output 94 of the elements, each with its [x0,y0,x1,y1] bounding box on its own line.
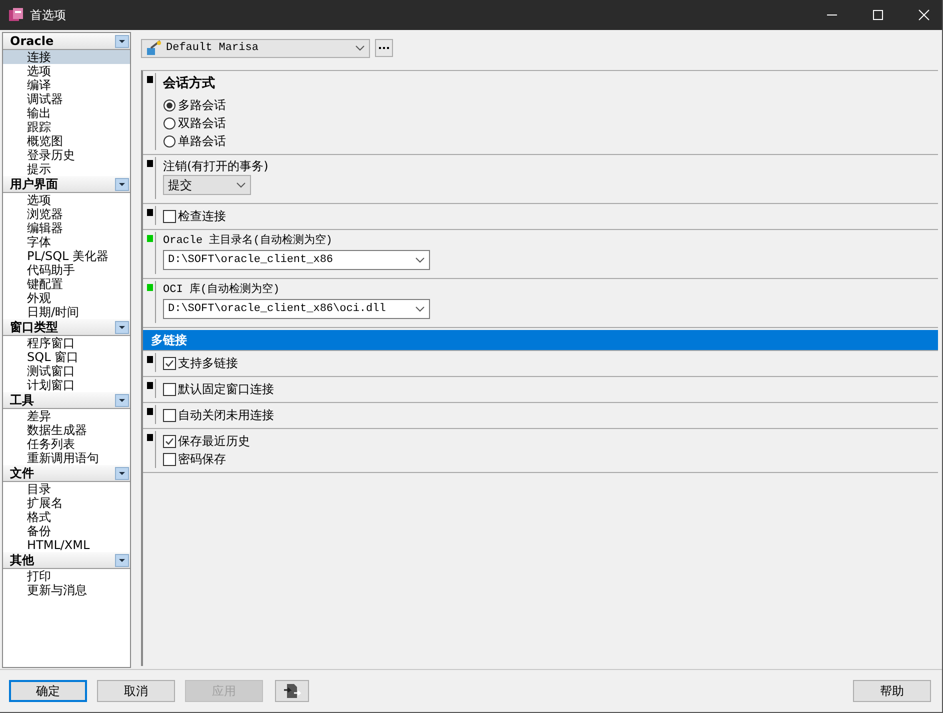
sidebar-item[interactable]: 跟踪 [3,120,130,134]
collapse-icon[interactable] [115,554,129,566]
group-label: Oracle [10,34,54,48]
sidebar-item[interactable]: 打印 [3,569,130,583]
path-combobox[interactable]: D:\SOFT\oracle_client_x86 [163,250,430,270]
group-label: 工具 [10,392,34,408]
section-header: 多链接 [143,330,938,351]
sidebar-item[interactable]: 字体 [3,235,130,249]
checkbox[interactable] [163,434,176,448]
collapse-icon[interactable] [115,394,129,406]
dialog-button[interactable]: 确定 [9,680,87,702]
group-header[interactable]: 其他 [3,552,130,569]
sidebar-item[interactable]: 外观 [3,291,130,305]
sidebar-item[interactable]: 程序窗口 [3,336,130,350]
option-label: 双路会话 [178,114,226,132]
group-header[interactable]: 文件 [3,465,130,482]
section-title: 会话方式 [163,74,216,92]
group-label: 用户界面 [10,176,58,192]
maximize-icon[interactable] [872,9,884,21]
sidebar-item[interactable]: 差异 [3,409,130,423]
field-label: Oracle 主目录名(自动检测为空) [163,233,334,249]
sidebar-item[interactable]: 重新调用语句 [3,451,130,465]
chevron-icon [415,306,425,312]
radio-button[interactable] [163,134,176,148]
group-label: 其他 [10,552,34,568]
close-icon[interactable] [918,9,930,21]
sidebar-item[interactable]: 提示 [3,162,130,176]
chevron-icon [236,182,246,188]
sidebar-item[interactable]: PL/SQL 美化器 [3,249,130,263]
option-label: 单路会话 [178,132,226,150]
sidebar-item[interactable]: 测试窗口 [3,364,130,378]
collapse-icon[interactable] [115,466,129,480]
profile-dropdown[interactable]: Default Marisa [141,38,370,58]
logoff-dropdown[interactable]: 提交 [163,175,251,195]
sidebar-item[interactable]: 浏览器 [3,207,130,221]
collapse-icon[interactable] [115,320,129,334]
sidebar-item[interactable]: 日期/时间 [3,305,130,319]
chevron-icon [355,45,365,51]
checkbox[interactable] [163,452,176,466]
option-label: 自动关闭未用连接 [178,406,274,424]
checkbox[interactable] [163,382,176,396]
app-icon [8,7,24,23]
group-header[interactable]: 窗口类型 [3,319,130,336]
export-icon [283,682,301,700]
sidebar-item[interactable]: 数据生成器 [3,423,130,437]
sidebar-item[interactable]: 选项 [3,193,130,207]
sidebar-item[interactable]: 连接 [3,50,130,64]
option-label: 密码保存 [178,450,226,468]
option-label: 保存最近历史 [178,432,250,450]
help-button[interactable]: 帮助 [853,680,931,702]
sidebar-item[interactable]: 更新与消息 [3,583,130,597]
more-button[interactable] [375,39,393,57]
field-label: 注销(有打开的事务) [163,158,270,175]
checkbox[interactable] [163,408,176,422]
option-label: 多路会话 [178,96,226,114]
sidebar-item[interactable]: 扩展名 [3,496,130,510]
sidebar-item[interactable]: 备份 [3,524,130,538]
field-label: OCI 库(自动检测为空) [163,282,281,298]
option-label: 支持多链接 [178,354,238,372]
sidebar-item[interactable]: 概览图 [3,134,130,148]
wizard-icon [146,40,162,56]
group-header[interactable]: Oracle [3,33,130,50]
sidebar-item[interactable]: 键配置 [3,277,130,291]
group-label: 窗口类型 [10,318,58,336]
path-combobox[interactable]: D:\SOFT\oracle_client_x86\oci.dll [163,299,430,319]
group-label: 文件 [10,464,34,482]
group-header[interactable]: 用户界面 [3,176,130,193]
dialog-button[interactable]: 取消 [97,680,175,702]
sidebar-item[interactable]: 调试器 [3,92,130,106]
sidebar-item[interactable]: SQL 窗口 [3,350,130,364]
ellipsis-icon [379,46,389,50]
sidebar-item[interactable]: 编译 [3,78,130,92]
option-label: 默认固定窗口连接 [178,380,274,398]
collapse-icon[interactable] [115,178,129,190]
sidebar-item[interactable]: 计划窗口 [3,378,130,392]
collapse-icon[interactable] [115,34,129,48]
sidebar-item[interactable]: HTML/XML [3,538,130,552]
group-header[interactable]: 工具 [3,392,130,409]
checkbox[interactable] [163,356,176,370]
export-button[interactable] [275,680,309,702]
option-label: 检查连接 [178,208,226,224]
radio-button[interactable] [163,116,176,130]
sidebar-item[interactable]: 目录 [3,482,130,496]
sidebar-item[interactable]: 登录历史 [3,148,130,162]
checkbox[interactable] [163,210,176,222]
sidebar-item[interactable]: 任务列表 [3,437,130,451]
sidebar-item[interactable]: 格式 [3,510,130,524]
window-title: 首选项 [30,6,66,24]
sidebar-item[interactable]: 编辑器 [3,221,130,235]
sidebar-item[interactable]: 代码助手 [3,263,130,277]
sidebar-item[interactable]: 选项 [3,64,130,78]
chevron-icon [415,257,425,263]
sidebar-item[interactable]: 输出 [3,106,130,120]
radio-button[interactable] [163,98,176,112]
